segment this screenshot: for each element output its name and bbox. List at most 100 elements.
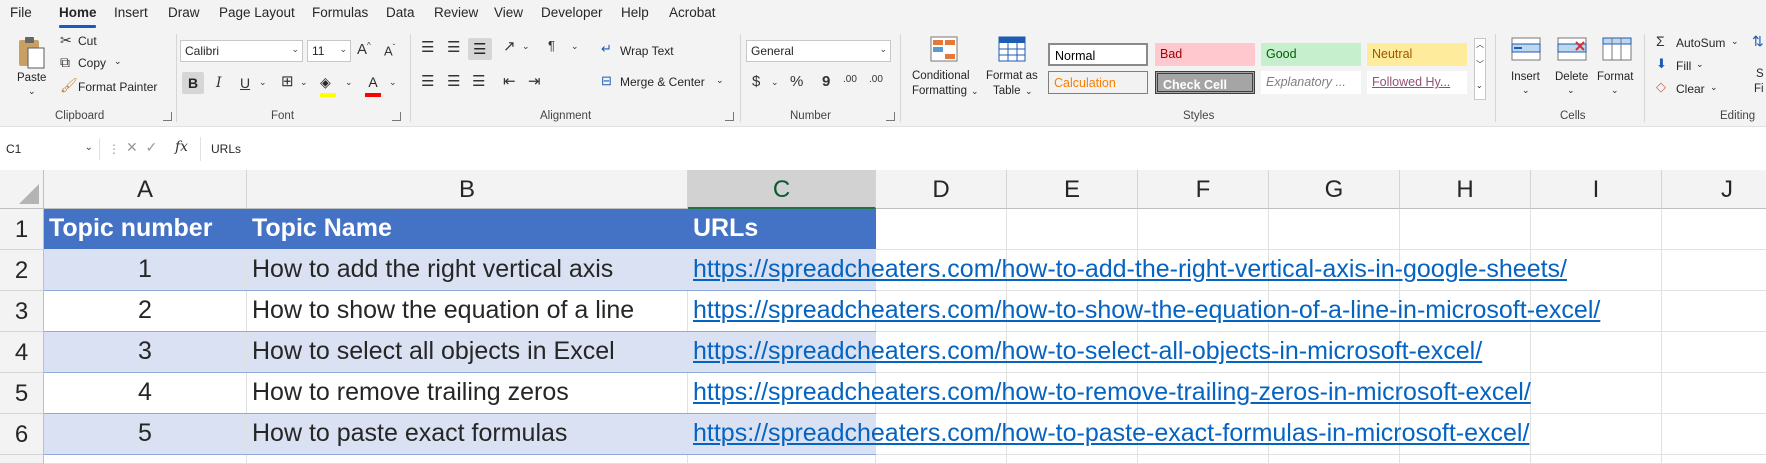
text-direction-dropdown-icon[interactable]: ⌄ (571, 42, 579, 51)
insert-dropdown-icon[interactable]: ⌄ (1522, 85, 1530, 96)
delete-dropdown-icon[interactable]: ⌄ (1567, 85, 1575, 96)
cell-b4[interactable]: How to select all objects in Excel (247, 332, 688, 373)
cell-j1[interactable] (1662, 209, 1766, 250)
cell-i5[interactable] (1531, 373, 1662, 414)
cell-e1[interactable] (1007, 209, 1138, 250)
menu-review[interactable]: Review (434, 5, 478, 20)
increase-font-size-button[interactable]: A^ (357, 42, 371, 58)
column-header-j[interactable]: J (1662, 170, 1766, 209)
italic-button[interactable]: I (216, 76, 222, 90)
menu-view[interactable]: View (494, 5, 523, 20)
align-top-icon[interactable]: ☰ (421, 40, 434, 55)
cell-e7[interactable] (1007, 455, 1138, 464)
align-middle-icon[interactable]: ☰ (447, 40, 460, 55)
cell-c3-link[interactable]: https://spreadcheaters.com/how-to-show-t… (688, 291, 1600, 332)
row-header-4[interactable]: 4 (0, 332, 44, 373)
align-bottom-button[interactable]: ☰ (468, 38, 492, 60)
styles-scroll[interactable]: ︿ ﹀ ⌄ (1474, 38, 1486, 100)
delete-cells-button[interactable]: Delete (1555, 71, 1588, 83)
cell-i1[interactable] (1531, 209, 1662, 250)
menu-draw[interactable]: Draw (168, 5, 200, 20)
percent-button[interactable]: % (790, 74, 803, 89)
merge-dropdown-icon[interactable]: ⌄ (716, 75, 724, 86)
autosum-dropdown-icon[interactable]: ⌄ (1731, 36, 1739, 47)
cut-button[interactable]: Cut (78, 34, 97, 48)
menu-help[interactable]: Help (621, 5, 649, 20)
menu-file[interactable]: File (10, 5, 32, 20)
cell-b7[interactable] (247, 455, 688, 464)
menu-home[interactable]: Home (59, 5, 97, 20)
menu-formulas[interactable]: Formulas (312, 5, 368, 20)
format-cells-button[interactable]: Format (1597, 71, 1633, 83)
format-as-table-dropdown-icon[interactable]: ⌄ (1025, 86, 1033, 97)
cell-a1[interactable]: Topic number (44, 209, 247, 250)
fill-dropdown-icon[interactable]: ⌄ (1696, 59, 1704, 70)
expand-gallery-icon[interactable]: ⌄ (1476, 81, 1483, 90)
cell-j3[interactable] (1662, 291, 1766, 332)
sort-filter-partial-label[interactable]: S (1756, 68, 1764, 80)
currency-dropdown-icon[interactable]: ⌄ (771, 78, 779, 87)
column-header-g[interactable]: G (1269, 170, 1400, 209)
number-launcher-icon[interactable] (886, 112, 895, 121)
fill-color-dropdown-icon[interactable]: ⌄ (345, 78, 353, 87)
font-size-select[interactable]: 11 ⌄ (307, 40, 351, 62)
cell-f1[interactable] (1138, 209, 1269, 250)
enter-icon[interactable]: ✓ (146, 139, 158, 155)
column-header-c[interactable]: C (688, 170, 876, 209)
cell-j4[interactable] (1662, 332, 1766, 373)
paste-dropdown-icon[interactable]: ⌄ (28, 86, 36, 97)
underline-button[interactable]: U (240, 76, 250, 90)
currency-button[interactable]: $ (752, 74, 760, 89)
cell-c1[interactable]: URLs (688, 209, 876, 250)
row-header-3[interactable]: 3 (0, 291, 44, 332)
paste-button[interactable]: Paste (17, 72, 46, 84)
cell-a2[interactable]: 1 (44, 250, 247, 291)
cell-g7[interactable] (1269, 455, 1400, 464)
conditional-formatting-line2[interactable]: Formatting (912, 85, 967, 97)
cell-i4[interactable] (1531, 332, 1662, 373)
cell-style-neutral[interactable]: Neutral (1367, 43, 1467, 66)
align-right-icon[interactable]: ☰ (472, 74, 485, 89)
text-direction-icon[interactable]: ¶ (548, 39, 555, 52)
format-dropdown-icon[interactable]: ⌄ (1611, 85, 1619, 96)
conditional-formatting-line1[interactable]: Conditional (912, 70, 970, 82)
cell-style-check-cell[interactable]: Check Cell (1155, 71, 1255, 94)
cell-style-calculation[interactable]: Calculation (1048, 71, 1148, 94)
row-header-1[interactable]: 1 (0, 209, 44, 250)
autosum-button[interactable]: AutoSum (1676, 36, 1725, 50)
paste-icon[interactable] (16, 36, 46, 70)
number-format-select[interactable]: General ⌄ (746, 40, 891, 62)
chevron-down-icon[interactable]: ﹀ (1476, 59, 1484, 70)
cell-b3[interactable]: How to show the equation of a line (247, 291, 688, 332)
insert-cells-button[interactable]: Insert (1511, 71, 1540, 83)
sort-filter-icon[interactable]: ⇅ (1752, 34, 1764, 48)
cell-f7[interactable] (1138, 455, 1269, 464)
format-as-table-line1[interactable]: Format as (986, 70, 1038, 82)
comma-button[interactable]: 9 (822, 74, 830, 89)
menu-insert[interactable]: Insert (114, 5, 148, 20)
cell-a6[interactable]: 5 (44, 414, 247, 455)
clear-button[interactable]: Clear (1676, 82, 1705, 96)
cell-j7[interactable] (1662, 455, 1766, 464)
menu-data[interactable]: Data (386, 5, 415, 20)
cell-c7[interactable] (688, 455, 876, 464)
orientation-icon[interactable]: ↗ (503, 39, 516, 54)
increase-decimal-button[interactable]: .00 (843, 75, 857, 85)
cell-i7[interactable] (1531, 455, 1662, 464)
cell-b6[interactable]: How to paste exact formulas (247, 414, 688, 455)
font-launcher-icon[interactable] (392, 112, 401, 121)
alignment-launcher-icon[interactable] (725, 112, 734, 121)
column-header-e[interactable]: E (1007, 170, 1138, 209)
merge-center-button[interactable]: Merge & Center (620, 75, 705, 89)
formula-bar-grip-icon[interactable]: ⋮ (108, 142, 120, 156)
row-header-7-partial[interactable] (0, 455, 44, 464)
insert-function-button[interactable]: fx (175, 139, 188, 155)
column-header-i[interactable]: I (1531, 170, 1662, 209)
formula-input[interactable]: URLs (200, 137, 1766, 161)
font-color-dropdown-icon[interactable]: ⌄ (389, 78, 397, 87)
wrap-text-button[interactable]: Wrap Text (620, 44, 674, 58)
cell-a7[interactable] (44, 455, 247, 464)
column-header-b[interactable]: B (247, 170, 688, 209)
row-header-5[interactable]: 5 (0, 373, 44, 414)
cell-style-good[interactable]: Good (1261, 43, 1361, 66)
